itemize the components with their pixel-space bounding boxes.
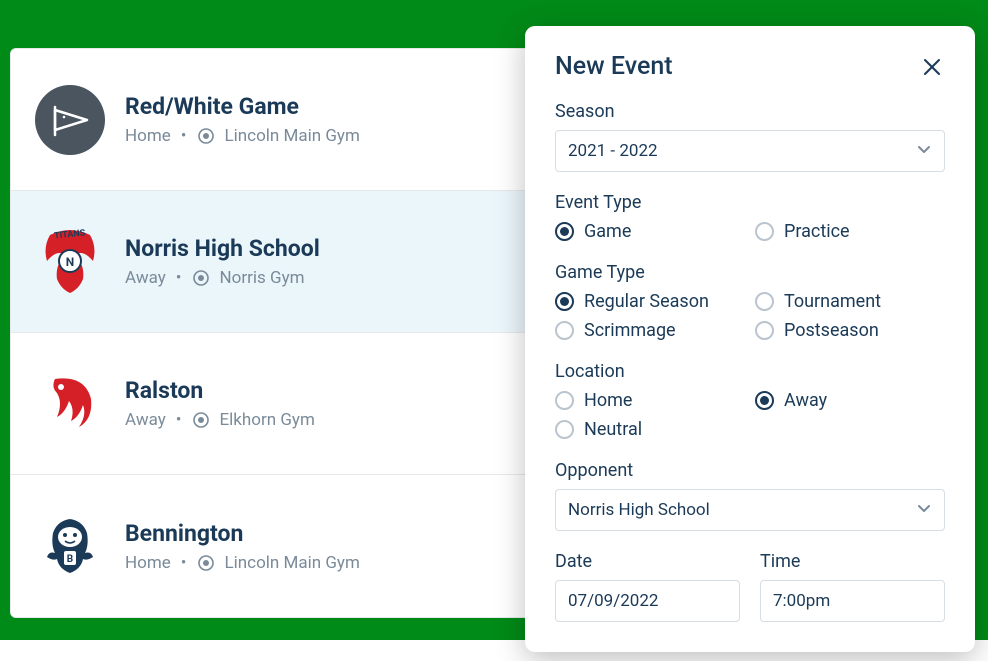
- season-field: Season 2021 - 2022: [555, 101, 945, 172]
- event-type-options: Game Practice: [555, 221, 945, 242]
- radio-icon: [555, 321, 574, 340]
- date-label: Date: [555, 551, 740, 572]
- date-time-row: Date 07/09/2022 Time 7:00pm: [555, 551, 945, 622]
- season-value: 2021 - 2022: [568, 141, 658, 161]
- close-button[interactable]: [919, 54, 945, 80]
- chevron-down-icon: [916, 500, 932, 521]
- venue-icon: [197, 127, 215, 145]
- team-info: Bennington Home • Lincoln Main Gym: [125, 520, 518, 573]
- radio-icon: [755, 321, 774, 340]
- event-meta: Away • Norris Gym: [125, 268, 518, 288]
- event-type-field: Event Type Game Practice: [555, 192, 945, 242]
- opponent-field: Opponent Norris High School: [555, 460, 945, 531]
- svg-text:B: B: [67, 554, 73, 565]
- radio-label: Practice: [784, 221, 850, 242]
- radio-icon: [555, 391, 574, 410]
- home-away-label: Home: [125, 126, 171, 146]
- location-options: Home Away Neutral: [555, 390, 945, 440]
- radio-regular-season[interactable]: Regular Season: [555, 291, 745, 312]
- team-logo-pennant: [35, 85, 105, 155]
- radio-practice[interactable]: Practice: [755, 221, 945, 242]
- event-type-label: Event Type: [555, 192, 945, 213]
- venue-icon: [192, 269, 210, 287]
- team-name: Bennington: [125, 520, 518, 547]
- home-away-label: Away: [125, 410, 166, 430]
- game-type-options: Regular Season Tournament Scrimmage Post…: [555, 291, 945, 341]
- radio-icon: [555, 420, 574, 439]
- opponent-select[interactable]: Norris High School: [555, 489, 945, 531]
- radio-neutral[interactable]: Neutral: [555, 419, 745, 440]
- team-info: Red/White Game Home • Lincoln Main Gym: [125, 93, 518, 146]
- location-field: Location Home Away Neutral: [555, 361, 945, 440]
- separator-dot: •: [176, 268, 182, 288]
- date-input[interactable]: 07/09/2022: [555, 580, 740, 622]
- radio-label: Tournament: [784, 291, 881, 312]
- modal-title: New Event: [555, 52, 673, 81]
- season-select[interactable]: 2021 - 2022: [555, 130, 945, 172]
- radio-postseason[interactable]: Postseason: [755, 320, 945, 341]
- date-value: 07/09/2022: [568, 591, 658, 611]
- separator-dot: •: [181, 553, 187, 573]
- game-type-field: Game Type Regular Season Tournament Scri…: [555, 262, 945, 341]
- time-label: Time: [760, 551, 945, 572]
- radio-tournament[interactable]: Tournament: [755, 291, 945, 312]
- team-info: Ralston Away • Elkhorn Gym: [125, 377, 518, 430]
- radio-icon: [555, 292, 574, 311]
- venue-label: Elkhorn Gym: [220, 410, 315, 430]
- date-field: Date 07/09/2022: [555, 551, 740, 622]
- separator-dot: •: [176, 410, 182, 430]
- radio-scrimmage[interactable]: Scrimmage: [555, 320, 745, 341]
- radio-home[interactable]: Home: [555, 390, 745, 411]
- modal-header: New Event: [555, 52, 945, 81]
- svg-text:N: N: [66, 255, 74, 269]
- radio-icon: [755, 222, 774, 241]
- radio-label: Scrimmage: [584, 320, 676, 341]
- team-name: Ralston: [125, 377, 518, 404]
- opponent-value: Norris High School: [568, 500, 710, 520]
- time-field: Time 7:00pm: [760, 551, 945, 622]
- new-event-modal: New Event Season 2021 - 2022 Event Type …: [525, 26, 975, 652]
- radio-label: Postseason: [784, 320, 879, 341]
- home-away-label: Away: [125, 268, 166, 288]
- game-type-label: Game Type: [555, 262, 945, 283]
- season-label: Season: [555, 101, 945, 122]
- time-input[interactable]: 7:00pm: [760, 580, 945, 622]
- separator-dot: •: [181, 126, 187, 146]
- time-value: 7:00pm: [773, 591, 830, 611]
- radio-label: Regular Season: [584, 291, 709, 312]
- radio-icon: [555, 222, 574, 241]
- radio-label: Game: [584, 221, 631, 242]
- home-away-label: Home: [125, 553, 171, 573]
- opponent-label: Opponent: [555, 460, 945, 481]
- radio-icon: [755, 292, 774, 311]
- radio-label: Away: [784, 390, 827, 411]
- team-logo-bennington: B: [35, 511, 105, 581]
- team-name: Norris High School: [125, 235, 518, 262]
- team-info: Norris High School Away • Norris Gym: [125, 235, 518, 288]
- radio-icon: [755, 391, 774, 410]
- venue-icon: [197, 554, 215, 572]
- chevron-down-icon: [916, 141, 932, 162]
- venue-label: Lincoln Main Gym: [225, 553, 360, 573]
- venue-label: Norris Gym: [220, 268, 305, 288]
- team-logo-ralston: [35, 369, 105, 439]
- team-name: Red/White Game: [125, 93, 518, 120]
- radio-away[interactable]: Away: [755, 390, 945, 411]
- location-label: Location: [555, 361, 945, 382]
- radio-game[interactable]: Game: [555, 221, 745, 242]
- venue-icon: [192, 411, 210, 429]
- event-meta: Away • Elkhorn Gym: [125, 410, 518, 430]
- radio-label: Home: [584, 390, 632, 411]
- event-meta: Home • Lincoln Main Gym: [125, 553, 518, 573]
- venue-label: Lincoln Main Gym: [225, 126, 360, 146]
- radio-label: Neutral: [584, 419, 642, 440]
- team-logo-norris: N TITANS: [35, 227, 105, 297]
- event-meta: Home • Lincoln Main Gym: [125, 126, 518, 146]
